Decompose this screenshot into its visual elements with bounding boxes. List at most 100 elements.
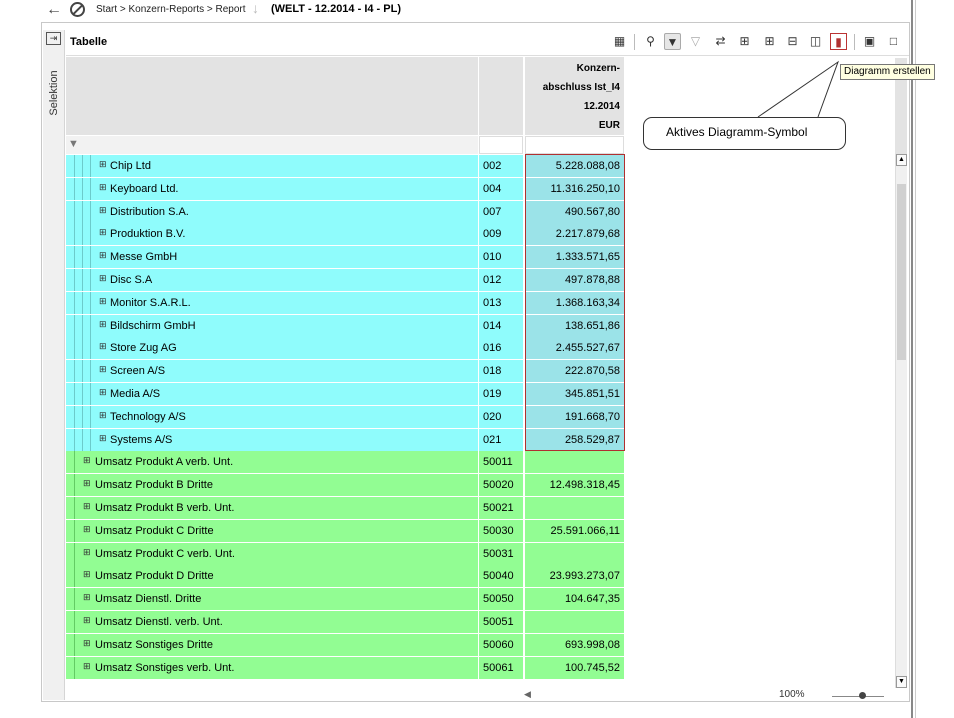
table-row[interactable]: ⊞ Produktion B.V. 009 2.217.879,68 <box>66 223 624 246</box>
row-value[interactable]: 1.368.163,34 <box>525 291 624 314</box>
row-value[interactable] <box>525 611 624 633</box>
row-value[interactable]: 693.998,08 <box>525 633 624 656</box>
table-row[interactable]: ⊞ Umsatz Sonstiges Dritte 50060 693.998,08 <box>66 633 624 656</box>
swap-axes-icon[interactable]: ⇄ <box>712 33 729 50</box>
table-row[interactable]: ⊞ Keyboard Ltd. 004 11.316.250,10 <box>66 177 624 200</box>
row-value[interactable]: 138.651,86 <box>525 314 624 337</box>
expand-node-icon[interactable]: ⊞ <box>99 228 107 237</box>
expand-node-icon[interactable]: ⊞ <box>83 479 91 488</box>
row-value[interactable]: 222.870,58 <box>525 360 624 383</box>
table-row[interactable]: ⊞ Umsatz Sonstiges verb. Unt. 50061 100.745… <box>66 656 624 679</box>
selection-sidebar[interactable]: ⇥ Selektion <box>43 30 65 700</box>
table-row[interactable]: ⊞ Monitor S.A.R.L. 013 1.368.163,34 <box>66 291 624 314</box>
row-value[interactable]: 104.647,35 <box>525 588 624 611</box>
table-row[interactable]: ⊞ Chip Ltd 002 5.228.088,08 <box>66 155 624 177</box>
row-value[interactable] <box>525 542 624 565</box>
zoom-slider-knob[interactable] <box>859 692 866 699</box>
table-row[interactable]: ⊞ Umsatz Dienstl. Dritte 50050 104.647,35 <box>66 588 624 611</box>
table-row[interactable]: ⊞ Umsatz Produkt B Dritte 50020 12.498.318,… <box>66 474 624 497</box>
zoom-slider-track[interactable] <box>832 696 884 697</box>
breadcrumb[interactable]: Start > Konzern-Reports > Report <box>96 4 246 15</box>
expand-node-icon[interactable]: ⊞ <box>99 274 107 283</box>
row-label-cell: ⊞ Keyboard Ltd. <box>66 177 478 200</box>
filter-funnel-icon[interactable]: ▼ <box>68 138 79 150</box>
row-value[interactable]: 23.993.273,07 <box>525 565 624 588</box>
table-row[interactable]: ⊞ Umsatz Produkt A verb. Unt. 50011 <box>66 451 624 474</box>
table-row[interactable]: ⊞ Media A/S 019 345.851,51 <box>66 383 624 405</box>
collapse-all-icon[interactable]: ⊟ <box>784 33 801 50</box>
down-arrow-icon[interactable]: ↓ <box>252 0 259 16</box>
row-value[interactable]: 25.591.066,11 <box>525 519 624 542</box>
expand-node-icon[interactable]: ⊞ <box>99 342 107 351</box>
table-row[interactable]: ⊞ Technology A/S 020 191.668,70 <box>66 405 624 428</box>
selection-tab[interactable]: Selektion <box>43 52 65 132</box>
row-value[interactable] <box>525 497 624 519</box>
expand-node-icon[interactable]: ⊞ <box>83 593 91 602</box>
expand-node-icon[interactable]: ⊞ <box>99 388 107 397</box>
expand-node-icon[interactable]: ⊞ <box>83 638 91 648</box>
export-icon[interactable]: ▦ <box>611 33 628 50</box>
expand-node-icon[interactable]: ⊞ <box>99 160 107 169</box>
row-value[interactable]: 2.455.527,67 <box>525 337 624 360</box>
scroll-down-icon[interactable]: ▼ <box>896 676 907 688</box>
table-row[interactable]: ⊞ Disc S.A 012 497.878,88 <box>66 269 624 291</box>
table-row[interactable]: ⊞ Store Zug AG 016 2.455.527,67 <box>66 337 624 360</box>
fullscreen-icon[interactable]: ▣ <box>861 33 878 50</box>
expand-panel-icon[interactable]: ⇥ <box>46 32 61 45</box>
table-row[interactable]: ⊞ Distribution S.A. 007 490.567,80 <box>66 200 624 223</box>
scroll-left-icon[interactable]: ◀ <box>524 689 531 700</box>
expand-node-icon[interactable]: ⊞ <box>83 524 91 534</box>
scroll-up-icon[interactable]: ▲ <box>896 154 907 166</box>
filter-icon[interactable]: ▼ <box>664 33 681 50</box>
expand-node-icon[interactable]: ⊞ <box>83 456 91 465</box>
column-header[interactable]: Konzern- abschluss Ist_I4 12.2014 EUR <box>525 57 624 135</box>
expand-tree-icon[interactable]: ⊞ <box>736 33 753 50</box>
expand-node-icon[interactable]: ⊞ <box>99 296 107 306</box>
search-icon[interactable]: ⚲ <box>642 33 659 50</box>
table-row[interactable]: ⊞ Messe GmbH 010 1.333.571,65 <box>66 246 624 269</box>
table-row[interactable]: ⊞ Umsatz Produkt D Dritte 50040 23.993.273,… <box>66 565 624 588</box>
table-row[interactable]: ⊞ Umsatz Produkt B verb. Unt. 50021 <box>66 497 624 519</box>
row-value[interactable]: 1.333.571,65 <box>525 246 624 269</box>
expand-node-icon[interactable]: ⊞ <box>99 410 107 420</box>
table-row[interactable]: ⊞ Bildschirm GmbH 014 138.651,86 <box>66 314 624 337</box>
expand-node-icon[interactable]: ⊞ <box>83 570 91 579</box>
scroll-thumb[interactable] <box>897 184 906 360</box>
value-filter-field[interactable] <box>525 136 624 154</box>
expand-all-icon[interactable]: ⊞ <box>761 33 778 50</box>
row-value[interactable]: 490.567,80 <box>525 200 624 223</box>
row-value[interactable] <box>525 451 624 474</box>
row-value[interactable]: 345.851,51 <box>525 383 624 405</box>
table-row[interactable]: ⊞ Systems A/S 021 258.529,87 <box>66 428 624 451</box>
expand-node-icon[interactable]: ⊞ <box>99 205 107 215</box>
code-filter-field[interactable] <box>479 136 523 154</box>
table-row[interactable]: ⊞ Screen A/S 018 222.870,58 <box>66 360 624 383</box>
vertical-scrollbar[interactable]: ▲ ▼ <box>895 154 907 688</box>
expand-node-icon[interactable]: ⊞ <box>83 502 91 511</box>
row-value[interactable]: 258.529,87 <box>525 428 624 451</box>
expand-node-icon[interactable]: ⊞ <box>83 661 91 671</box>
expand-node-icon[interactable]: ⊞ <box>83 616 91 625</box>
expand-node-icon[interactable]: ⊞ <box>99 433 107 443</box>
expand-node-icon[interactable]: ⊞ <box>99 319 107 329</box>
row-value[interactable]: 191.668,70 <box>525 405 624 428</box>
table-row[interactable]: ⊞ Umsatz Produkt C verb. Unt. 50031 <box>66 542 624 565</box>
panel-layout-icon[interactable]: □ <box>885 33 902 50</box>
table-row[interactable]: ⊞ Umsatz Produkt C Dritte 50030 25.591.066,… <box>66 519 624 542</box>
back-arrow-icon[interactable]: ← <box>46 1 62 19</box>
table-row[interactable]: ⊞ Umsatz Dienstl. verb. Unt. 50051 <box>66 611 624 633</box>
row-value[interactable]: 5.228.088,08 <box>525 155 624 177</box>
bar-chart-icon[interactable]: ▮ <box>830 33 847 50</box>
row-value[interactable]: 497.878,88 <box>525 269 624 291</box>
expand-node-icon[interactable]: ⊞ <box>99 365 107 374</box>
row-value[interactable]: 12.498.318,45 <box>525 474 624 497</box>
expand-node-icon[interactable]: ⊞ <box>99 251 107 260</box>
expand-node-icon[interactable]: ⊞ <box>99 182 107 192</box>
row-value[interactable]: 2.217.879,68 <box>525 223 624 246</box>
clear-filter-icon[interactable]: ▽ <box>687 33 704 50</box>
hierarchy-icon[interactable]: ◫ <box>807 33 824 50</box>
cancel-icon[interactable] <box>70 2 85 17</box>
row-value[interactable]: 100.745,52 <box>525 656 624 679</box>
expand-node-icon[interactable]: ⊞ <box>83 547 91 557</box>
row-value[interactable]: 11.316.250,10 <box>525 177 624 200</box>
